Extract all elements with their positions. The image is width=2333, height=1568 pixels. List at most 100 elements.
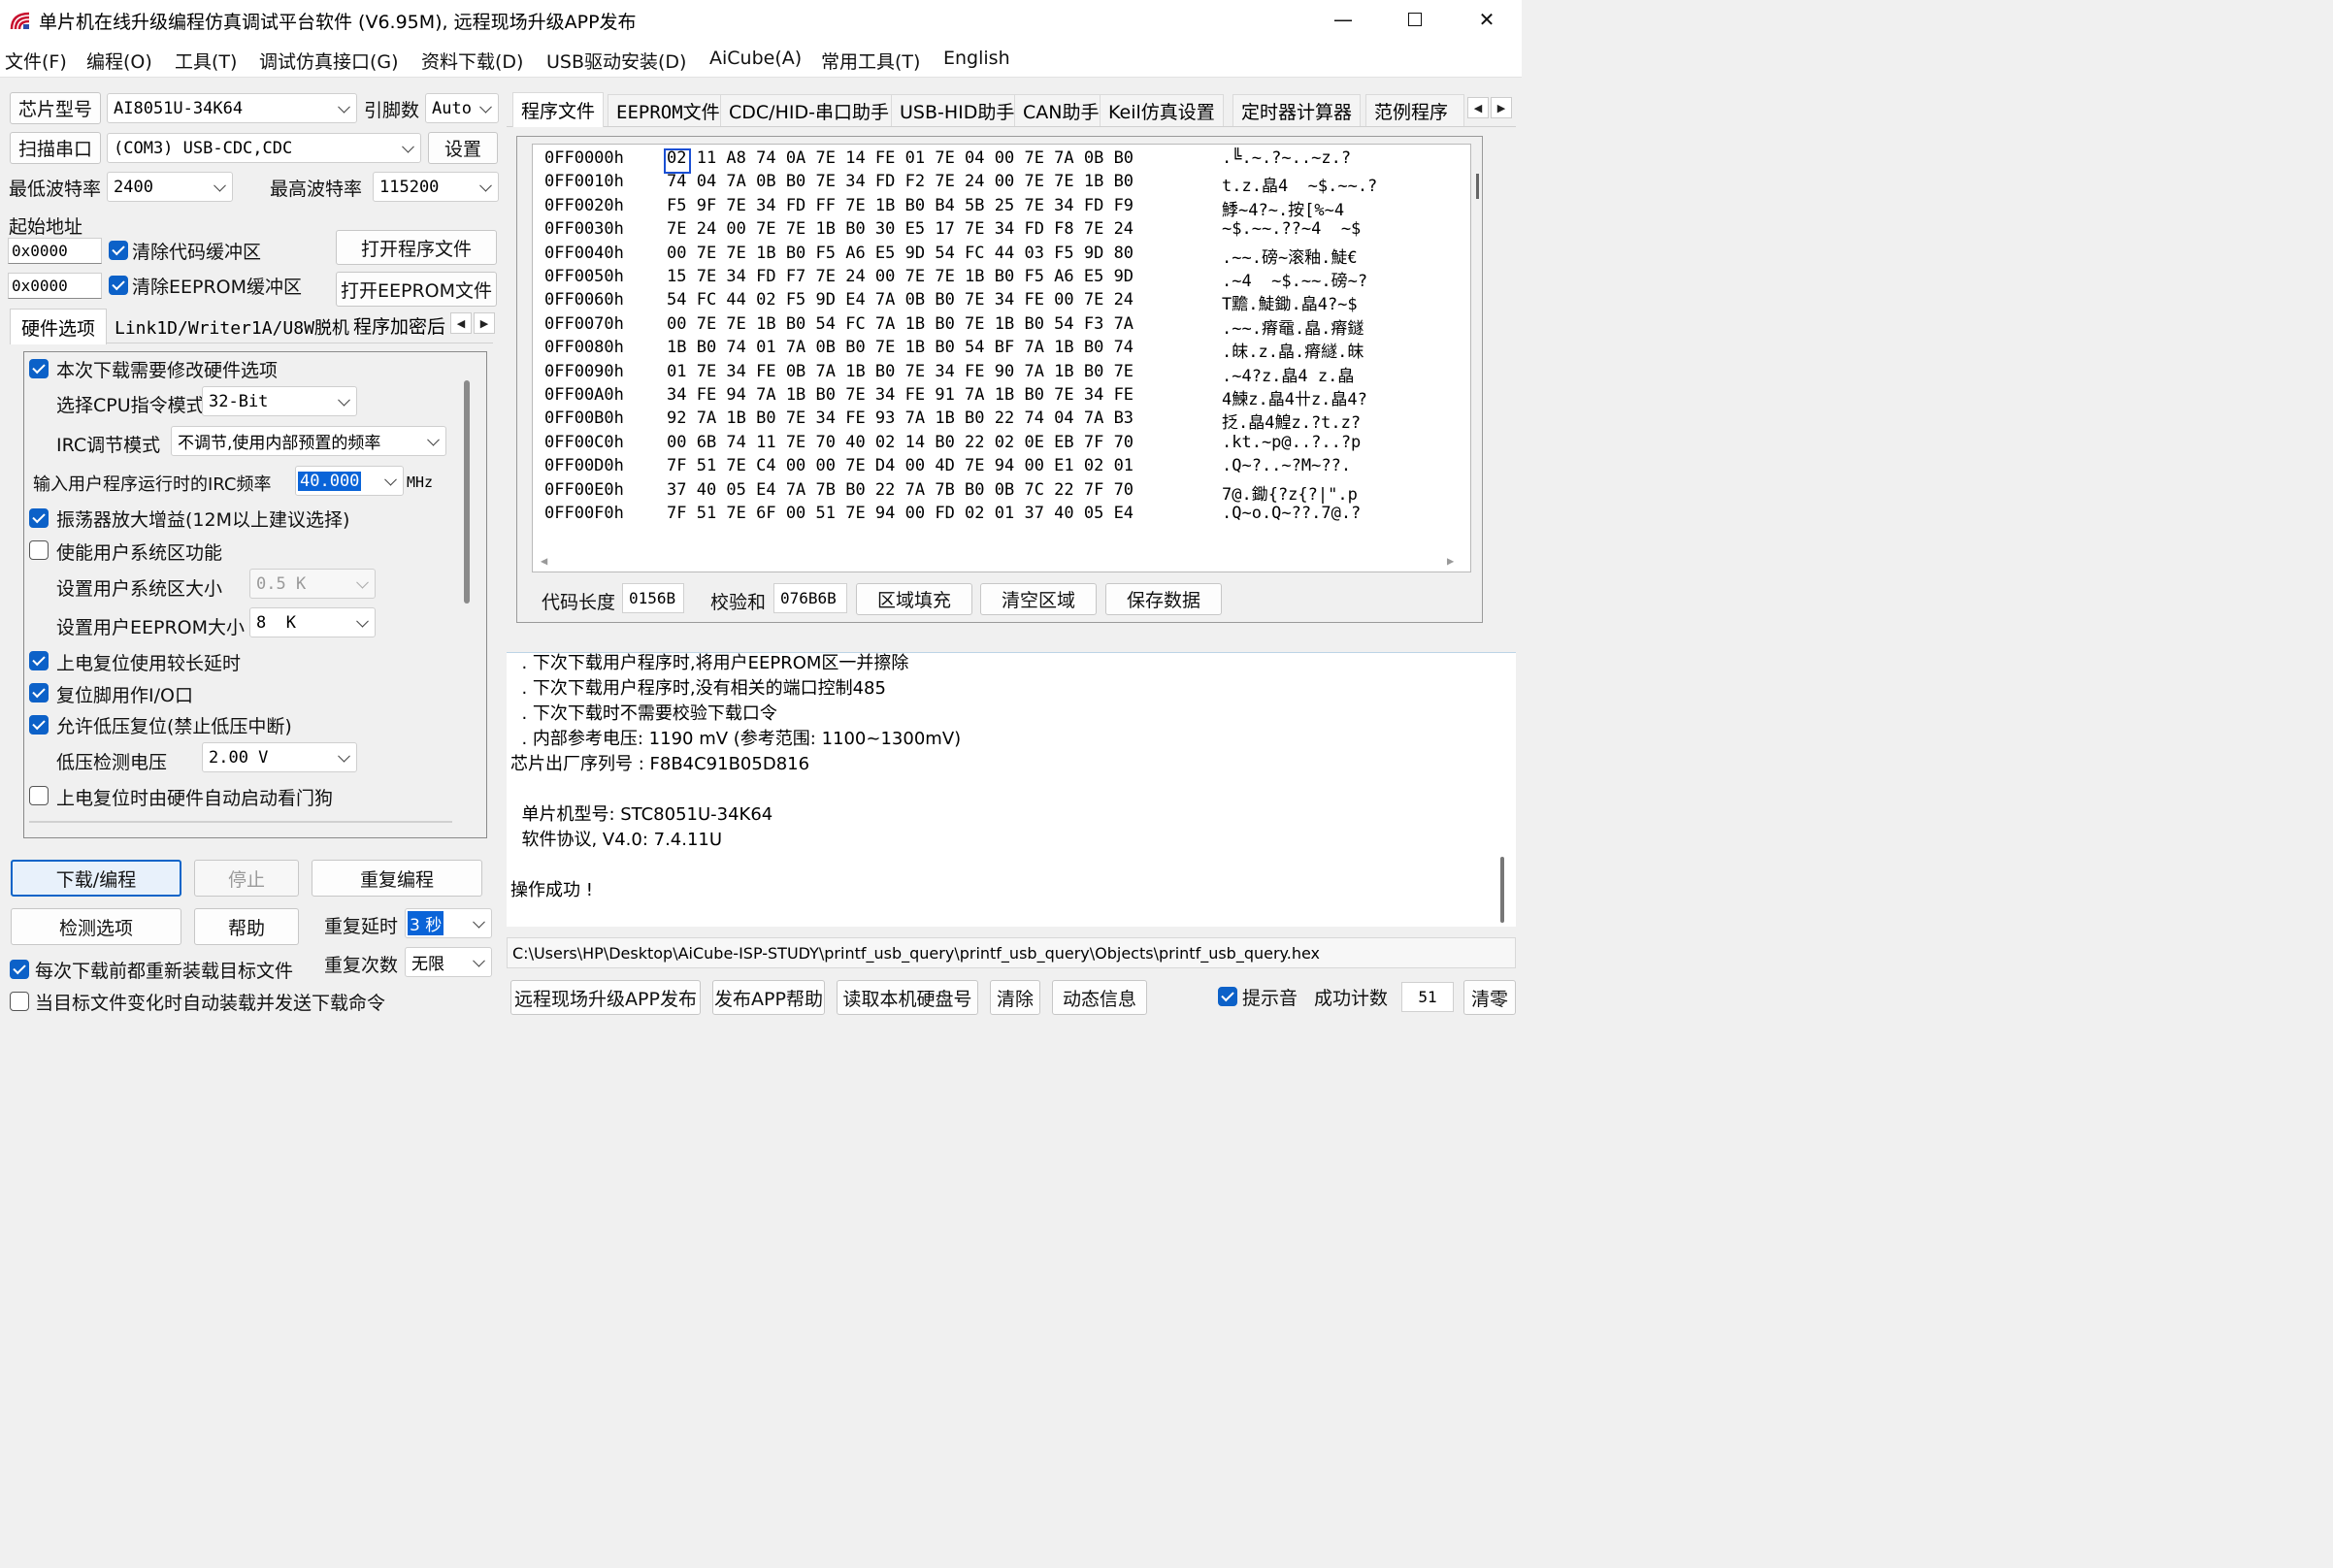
check-options-button[interactable]: 检测选项 [11,908,181,945]
save-data-button[interactable]: 保存数据 [1105,583,1222,615]
cpu-mode-select[interactable]: 32-Bit [202,386,357,416]
hex-bytes[interactable]: 37 40 05 E4 7A 7B B0 22 7A 7B B0 0B 7C 2… [667,480,1134,500]
hex-data-view[interactable]: 0FF0000h 02 11 A8 74 0A 7E 14 FE 01 7E 04… [532,144,1479,572]
clear-code-buffer-checkbox[interactable] [109,241,128,260]
hw-hscrollbar[interactable] [29,821,452,823]
menu-debug-interface[interactable]: 调试仿真接口(G) [259,48,399,74]
hex-bytes[interactable]: 7E 24 00 7E 7E 1B B0 30 E5 17 7E 34 FD F… [667,219,1134,239]
menu-aicube[interactable]: AiCube(A) [709,48,802,69]
hex-ascii[interactable]: 7@.鋤{?z{?|".p [1222,480,1358,505]
chip-model-button[interactable]: 芯片型号 [10,92,101,124]
read-disk-id-button[interactable]: 读取本机硬盘号 [837,980,978,1015]
right-tab-scroll-left[interactable]: ◀ [1467,97,1489,118]
dynamic-info-button[interactable]: 动态信息 [1052,980,1147,1015]
scan-port-button[interactable]: 扫描串口 [10,132,101,164]
hex-ascii[interactable]: T黵.鯐鋤.皛4?~$ [1222,290,1358,314]
tab-cdc-hid-serial[interactable]: CDC/HID-串口助手 [720,94,898,126]
tab-scroll-left-button[interactable]: ◀ [450,312,472,334]
menu-program[interactable]: 编程(O) [86,48,152,74]
tab-scroll-right-button[interactable]: ▶ [474,312,495,334]
irc-mode-select[interactable]: 不调节,使用内部预置的频率 [171,426,446,456]
hex-bytes[interactable]: 02 11 A8 74 0A 7E 14 FE 01 7E 04 00 7E 7… [667,148,1134,168]
long-reset-delay-checkbox[interactable] [29,651,49,670]
hex-ascii[interactable]: ~$.~~.??~4 ~$ [1222,219,1361,239]
hex-bytes[interactable]: 7F 51 7E 6F 00 51 7E 94 00 FD 02 01 37 4… [667,504,1134,523]
menu-english[interactable]: English [943,48,1010,69]
hex-bytes[interactable]: 54 FC 44 02 F5 9D E4 7A 0B B0 7E 34 FE 0… [667,290,1134,310]
menu-common-tools[interactable]: 常用工具(T) [821,48,920,74]
hex-bytes[interactable]: 7F 51 7E C4 00 00 7E D4 00 4D 7E 94 00 E… [667,456,1134,475]
hex-bytes[interactable]: F5 9F 7E 34 FD FF 7E 1B B0 B4 5B 25 7E 3… [667,196,1134,215]
com-port-select[interactable]: (COM3) USB-CDC,CDC [107,133,421,163]
repeat-count-select[interactable]: 无限 [405,947,492,977]
help-button[interactable]: 帮助 [194,908,299,945]
port-settings-button[interactable]: 设置 [428,132,498,164]
hex-bytes[interactable]: 01 7E 34 FE 0B 7A 1B B0 7E 34 FE 90 7A 1… [667,362,1134,381]
hex-bytes[interactable]: 1B B0 74 01 7A 0B B0 7E 1B B0 54 BF 7A 1… [667,338,1134,357]
clear-region-button[interactable]: 清空区域 [980,583,1097,615]
tab-examples[interactable]: 范例程序 [1365,94,1464,126]
max-baud-select[interactable]: 115200 [373,172,499,202]
osc-gain-checkbox[interactable] [29,508,49,528]
hscroll-right-icon[interactable]: ▶ [1447,554,1454,568]
user-system-area-checkbox[interactable] [29,540,49,560]
hex-ascii[interactable]: .~~.瘠黿.皛.瘠鐩 [1222,314,1364,339]
hex-ascii[interactable]: 抸.皛4鰉z.?t.z? [1222,408,1361,433]
hex-ascii[interactable]: .Q~?..~?M~??. [1222,456,1351,475]
log-scroll-thumb[interactable] [1500,857,1504,923]
reload-each-checkbox[interactable] [10,960,29,979]
hex-bytes[interactable]: 15 7E 34 FD F7 7E 24 00 7E 7E 1B B0 F5 A… [667,267,1134,286]
region-fill-button[interactable]: 区域填充 [856,583,972,615]
user-system-size-select[interactable]: 0.5 K [249,569,376,599]
hex-ascii[interactable]: .~4 ~$.~~.磅~? [1222,267,1367,291]
min-baud-select[interactable]: 2400 [107,172,233,202]
tab-can[interactable]: CAN助手 [1014,94,1108,126]
low-voltage-threshold-select[interactable]: 2.00 V [202,742,357,772]
tab-offline-writer[interactable]: Link1D/Writer1A/U8W脱机 [115,314,349,340]
hscroll-left-icon[interactable]: ◀ [541,554,547,568]
download-program-button[interactable]: 下载/编程 [11,860,181,897]
hex-bytes[interactable]: 92 7A 1B B0 7E 34 FE 93 7A 1B B0 22 74 0… [667,408,1134,428]
chip-model-select[interactable]: AI8051U-34K64 [107,93,357,123]
auto-watchdog-checkbox[interactable] [29,786,49,805]
beep-checkbox[interactable] [1218,987,1237,1006]
hw-scrollbar[interactable] [464,380,470,604]
status-log[interactable]: . 下次下载用户程序时,将用户EEPROM区一并擦除 . 下次下载用户程序时,没… [507,652,1516,927]
code-start-address-input[interactable]: 0x0000 [8,238,102,264]
hex-ascii[interactable]: .~~.磅~滚釉.鯐€ [1222,244,1358,268]
hex-ascii[interactable]: .~4?z.皛4 z.皛 [1222,362,1354,386]
low-voltage-reset-checkbox[interactable] [29,715,49,735]
tab-hardware-options[interactable]: 硬件选项 [10,309,107,344]
minimize-button[interactable]: — [1306,0,1380,39]
close-button[interactable]: ✕ [1450,0,1524,39]
hex-ascii[interactable]: .Q~o.Q~??.7@.? [1222,504,1361,523]
clear-eeprom-buffer-checkbox[interactable] [109,276,128,295]
modify-hw-options-checkbox[interactable] [29,359,49,378]
tab-timer-calculator[interactable]: 定时器计算器 [1232,94,1362,126]
reset-pin-io-checkbox[interactable] [29,683,49,702]
hex-bytes[interactable]: 00 7E 7E 1B B0 54 FC 7A 1B B0 7E 1B B0 5… [667,314,1134,334]
reprogram-button[interactable]: 重复编程 [312,860,482,897]
auto-reload-checkbox[interactable] [10,992,29,1011]
remote-app-publish-button[interactable]: 远程现场升级APP发布 [510,980,701,1015]
clear-log-button[interactable]: 清除 [990,980,1040,1015]
menu-file[interactable]: 文件(F) [5,48,67,74]
hex-bytes[interactable]: 00 6B 74 11 7E 70 40 02 14 B0 22 02 0E E… [667,433,1134,452]
reset-count-button[interactable]: 清零 [1463,980,1516,1015]
hex-ascii[interactable]: .皌.z.皛.瘠繸.皌 [1222,338,1364,362]
stop-button[interactable]: 停止 [194,860,299,897]
hex-bytes[interactable]: 74 04 7A 0B B0 7E 34 FD F2 7E 24 00 7E 7… [667,172,1134,191]
user-eeprom-size-select[interactable]: 8 K [249,607,376,637]
hex-ascii[interactable]: .kt.~p@..?..?p [1222,433,1361,452]
hex-ascii[interactable]: t.z.皛4 ~$.~~.? [1222,172,1377,196]
hex-ascii[interactable]: .╚.~.?~..~z.? [1222,148,1351,168]
menu-usb-driver[interactable]: USB驱动安装(D) [546,48,686,74]
hex-bytes[interactable]: 34 FE 94 7A 1B B0 7E 34 FE 91 7A 1B B0 7… [667,385,1134,405]
pin-count-select[interactable]: Auto [425,93,499,123]
hex-ascii[interactable]: 鯚~4?~.按[%~4 [1222,196,1344,220]
maximize-button[interactable] [1378,0,1452,39]
tab-keil-settings[interactable]: Keil仿真设置 [1100,94,1224,126]
publish-app-help-button[interactable]: 发布APP帮助 [712,980,825,1015]
eeprom-start-address-input[interactable]: 0x0000 [8,273,102,299]
hex-bytes[interactable]: 00 7E 7E 1B B0 F5 A6 E5 9D 54 FC 44 03 F… [667,244,1134,263]
